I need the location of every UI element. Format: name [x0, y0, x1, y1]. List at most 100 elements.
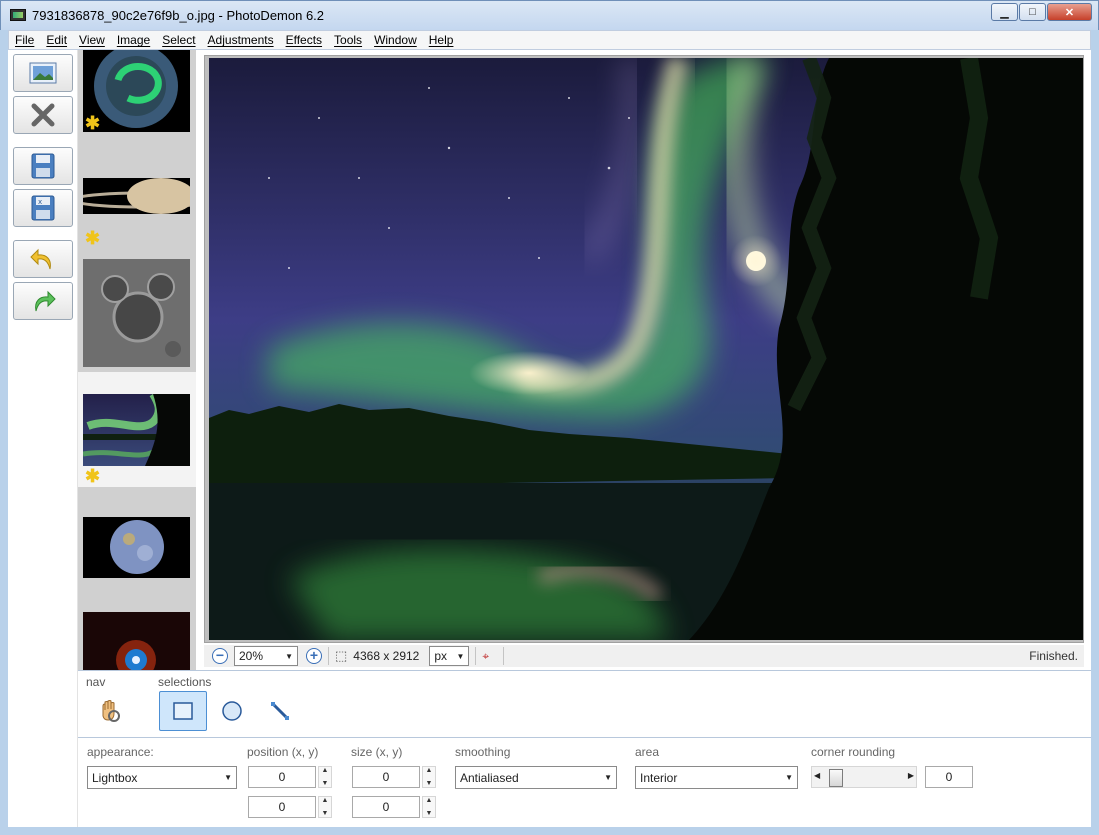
divider — [328, 647, 329, 665]
slider-left-arrow-icon[interactable]: ◀ — [814, 771, 820, 780]
rect-select-button[interactable] — [159, 691, 207, 731]
spin-down-icon: ▼ — [425, 810, 433, 817]
image-thumbnail-strip: ✱ ✱ ✱ — [78, 50, 196, 670]
spin-down-icon: ▼ — [321, 810, 329, 817]
thumbnail-aurora-globe[interactable]: ✱ — [78, 50, 196, 160]
tool-options-panel: nav selections appearance: Lightbox ▼ po… — [78, 670, 1091, 827]
thumbnail-aurora-river[interactable]: ✱ — [78, 372, 196, 487]
hand-tool-button[interactable] — [86, 691, 134, 731]
modified-star-icon: ✱ — [85, 228, 101, 248]
thumbnail-saturn[interactable]: ✱ — [78, 168, 196, 248]
position-x-spinner[interactable]: ▲ ▼ — [318, 766, 332, 788]
size-label: size (x, y) — [351, 745, 403, 759]
area-value: Interior — [640, 770, 678, 785]
slider-thumb[interactable] — [829, 769, 843, 787]
area-combo[interactable]: Interior ▼ — [635, 766, 798, 789]
chevron-down-icon: ▼ — [224, 773, 232, 782]
appearance-combo[interactable]: Lightbox ▼ — [87, 766, 237, 789]
selections-label: selections — [158, 675, 212, 689]
corner-rounding-label: corner rounding — [811, 745, 896, 759]
position-x-field[interactable]: 0 — [248, 766, 316, 788]
menu-window[interactable]: Window — [368, 33, 423, 47]
image-canvas[interactable] — [204, 55, 1084, 643]
image-size-text: 4368 x 2912 — [353, 649, 420, 663]
position-label: position (x, y) — [247, 745, 319, 759]
size-y-field[interactable]: 0 — [352, 796, 420, 818]
menu-image[interactable]: Image — [111, 33, 156, 47]
modified-star-icon: ✱ — [85, 466, 101, 486]
undo-icon — [30, 248, 51, 270]
spin-up-icon: ▲ — [425, 797, 433, 804]
area-label: area — [635, 745, 660, 759]
zoom-in-button[interactable]: + — [306, 648, 322, 664]
size-x-field[interactable]: 0 — [352, 766, 420, 788]
appearance-value: Lightbox — [92, 770, 138, 785]
corner-rounding-field[interactable]: 0 — [925, 766, 973, 788]
svg-text:x: x — [38, 198, 42, 206]
window-title: 7931836878_90c2e76f9b_o.jpg - PhotoDemon… — [32, 8, 325, 23]
position-y-spinner[interactable]: ▲ ▼ — [318, 796, 332, 818]
minimize-button[interactable]: ▁ — [991, 3, 1018, 21]
smoothing-value: Antialiased — [460, 770, 519, 785]
menu-effects[interactable]: Effects — [280, 33, 328, 47]
save-button[interactable] — [13, 147, 73, 185]
chevron-down-icon: ▼ — [285, 651, 293, 661]
modified-star-icon: ✱ — [85, 113, 101, 133]
unit-combo[interactable]: px ▼ — [429, 646, 470, 666]
divider — [503, 647, 505, 665]
status-bar: − 20% ▼ + ⬚ 4368 x 2912 px ▼ ⌖ Finished. — [204, 645, 1084, 667]
line-select-icon — [271, 702, 289, 720]
slider-right-arrow-icon[interactable]: ▶ — [908, 771, 914, 780]
thumbnail-image — [83, 394, 190, 466]
menu-view[interactable]: View — [73, 33, 111, 47]
close-button[interactable]: ✕ — [1047, 3, 1092, 21]
line-select-button[interactable] — [256, 691, 304, 731]
zoom-value: 20% — [239, 649, 264, 663]
image-size-icon: ⬚ — [335, 648, 348, 663]
chevron-down-icon: ▼ — [785, 773, 793, 782]
menu-bar: File Edit View Image Select Adjustments … — [8, 30, 1091, 50]
nav-label: nav — [86, 675, 106, 689]
open-image-button[interactable] — [13, 54, 73, 92]
hand-icon — [102, 700, 120, 722]
unit-value: px — [434, 649, 448, 663]
client-area: x ✱ ✱ ✱ − 20% ▼ + ⬚ 4368 x 2912 px ▼ ⌖ F… — [8, 50, 1091, 827]
ellipse-select-icon — [222, 701, 242, 721]
menu-tools[interactable]: Tools — [328, 33, 368, 47]
save-as-button[interactable]: x — [13, 189, 73, 227]
menu-help[interactable]: Help — [423, 33, 460, 47]
redo-button[interactable] — [13, 282, 73, 320]
redo-icon — [35, 290, 56, 312]
close-image-icon — [31, 103, 55, 127]
appearance-label: appearance: — [87, 745, 154, 759]
rectangle-select-icon — [173, 702, 193, 720]
aurora-photo — [209, 58, 1083, 640]
spin-down-icon: ▼ — [321, 780, 329, 787]
ellipse-select-button[interactable] — [208, 691, 256, 731]
thumbnail-nebula[interactable] — [78, 590, 196, 670]
smoothing-combo[interactable]: Antialiased ▼ — [455, 766, 617, 789]
close-image-button[interactable] — [13, 96, 73, 134]
title-bar: 7931836878_90c2e76f9b_o.jpg - PhotoDemon… — [0, 0, 1099, 30]
zoom-out-button[interactable]: − — [212, 648, 228, 664]
size-x-spinner[interactable]: ▲ ▼ — [422, 766, 436, 788]
maximize-button[interactable]: □ — [1019, 3, 1046, 21]
spin-up-icon: ▲ — [425, 767, 433, 774]
spin-up-icon: ▲ — [321, 797, 329, 804]
thumbnail-image — [83, 612, 190, 670]
menu-file[interactable]: File — [9, 33, 40, 47]
undo-button[interactable] — [13, 240, 73, 278]
menu-adjustments[interactable]: Adjustments — [202, 33, 280, 47]
menu-select[interactable]: Select — [156, 33, 201, 47]
thumbnail-moon-crater[interactable] — [78, 255, 196, 370]
cursor-position-icon: ⌖ — [482, 648, 490, 663]
menu-edit[interactable]: Edit — [40, 33, 73, 47]
size-y-spinner[interactable]: ▲ ▼ — [422, 796, 436, 818]
position-y-field[interactable]: 0 — [248, 796, 316, 818]
main-toolbar: x — [8, 50, 78, 827]
chevron-down-icon: ▼ — [604, 773, 612, 782]
corner-rounding-slider[interactable]: ◀ ▶ — [811, 766, 917, 788]
thumbnail-mercury[interactable] — [78, 495, 196, 580]
zoom-combo[interactable]: 20% ▼ — [234, 646, 298, 666]
chevron-down-icon: ▼ — [456, 651, 465, 661]
